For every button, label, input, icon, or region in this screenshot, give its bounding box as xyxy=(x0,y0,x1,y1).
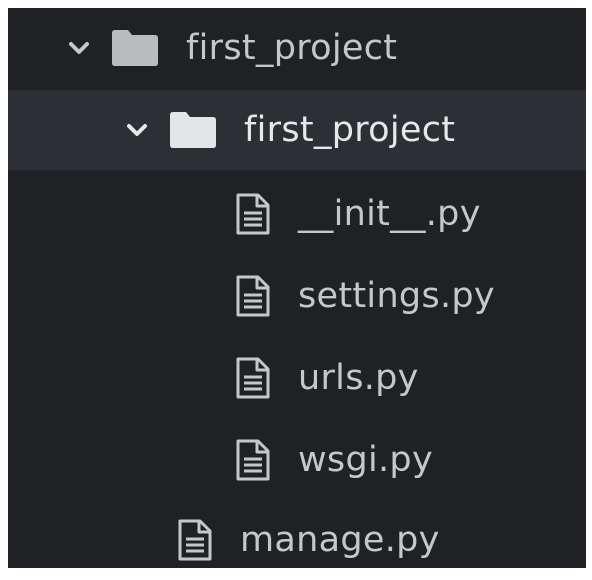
tree-item-label: __init__.py xyxy=(298,194,481,234)
file-icon xyxy=(236,439,270,481)
tree-item-label: first_project xyxy=(186,28,398,68)
tree-item-file[interactable]: manage.py xyxy=(8,500,586,580)
tree-item-file[interactable]: wsgi.py xyxy=(8,420,586,500)
folder-icon xyxy=(170,112,216,148)
file-icon xyxy=(236,357,270,399)
tree-item-label: wsgi.py xyxy=(298,440,433,480)
tree-item-label: manage.py xyxy=(240,520,440,560)
chevron-down-icon[interactable] xyxy=(124,117,150,143)
tree-item-file[interactable]: settings.py xyxy=(8,256,586,336)
tree-item-label: urls.py xyxy=(298,358,419,398)
chevron-down-icon[interactable] xyxy=(66,35,92,61)
tree-item-label: first_project xyxy=(244,110,456,150)
file-icon xyxy=(236,193,270,235)
tree-item-file[interactable]: __init__.py xyxy=(8,174,586,254)
folder-icon xyxy=(112,30,158,66)
tree-item-label: settings.py xyxy=(298,276,495,316)
tree-item-file[interactable]: urls.py xyxy=(8,338,586,418)
file-icon xyxy=(178,519,212,561)
tree-item-root-folder[interactable]: first_project xyxy=(8,8,586,88)
file-icon xyxy=(236,275,270,317)
tree-item-sub-folder[interactable]: first_project xyxy=(8,90,586,170)
file-tree-panel: first_project first_project __init__.py … xyxy=(8,8,586,568)
